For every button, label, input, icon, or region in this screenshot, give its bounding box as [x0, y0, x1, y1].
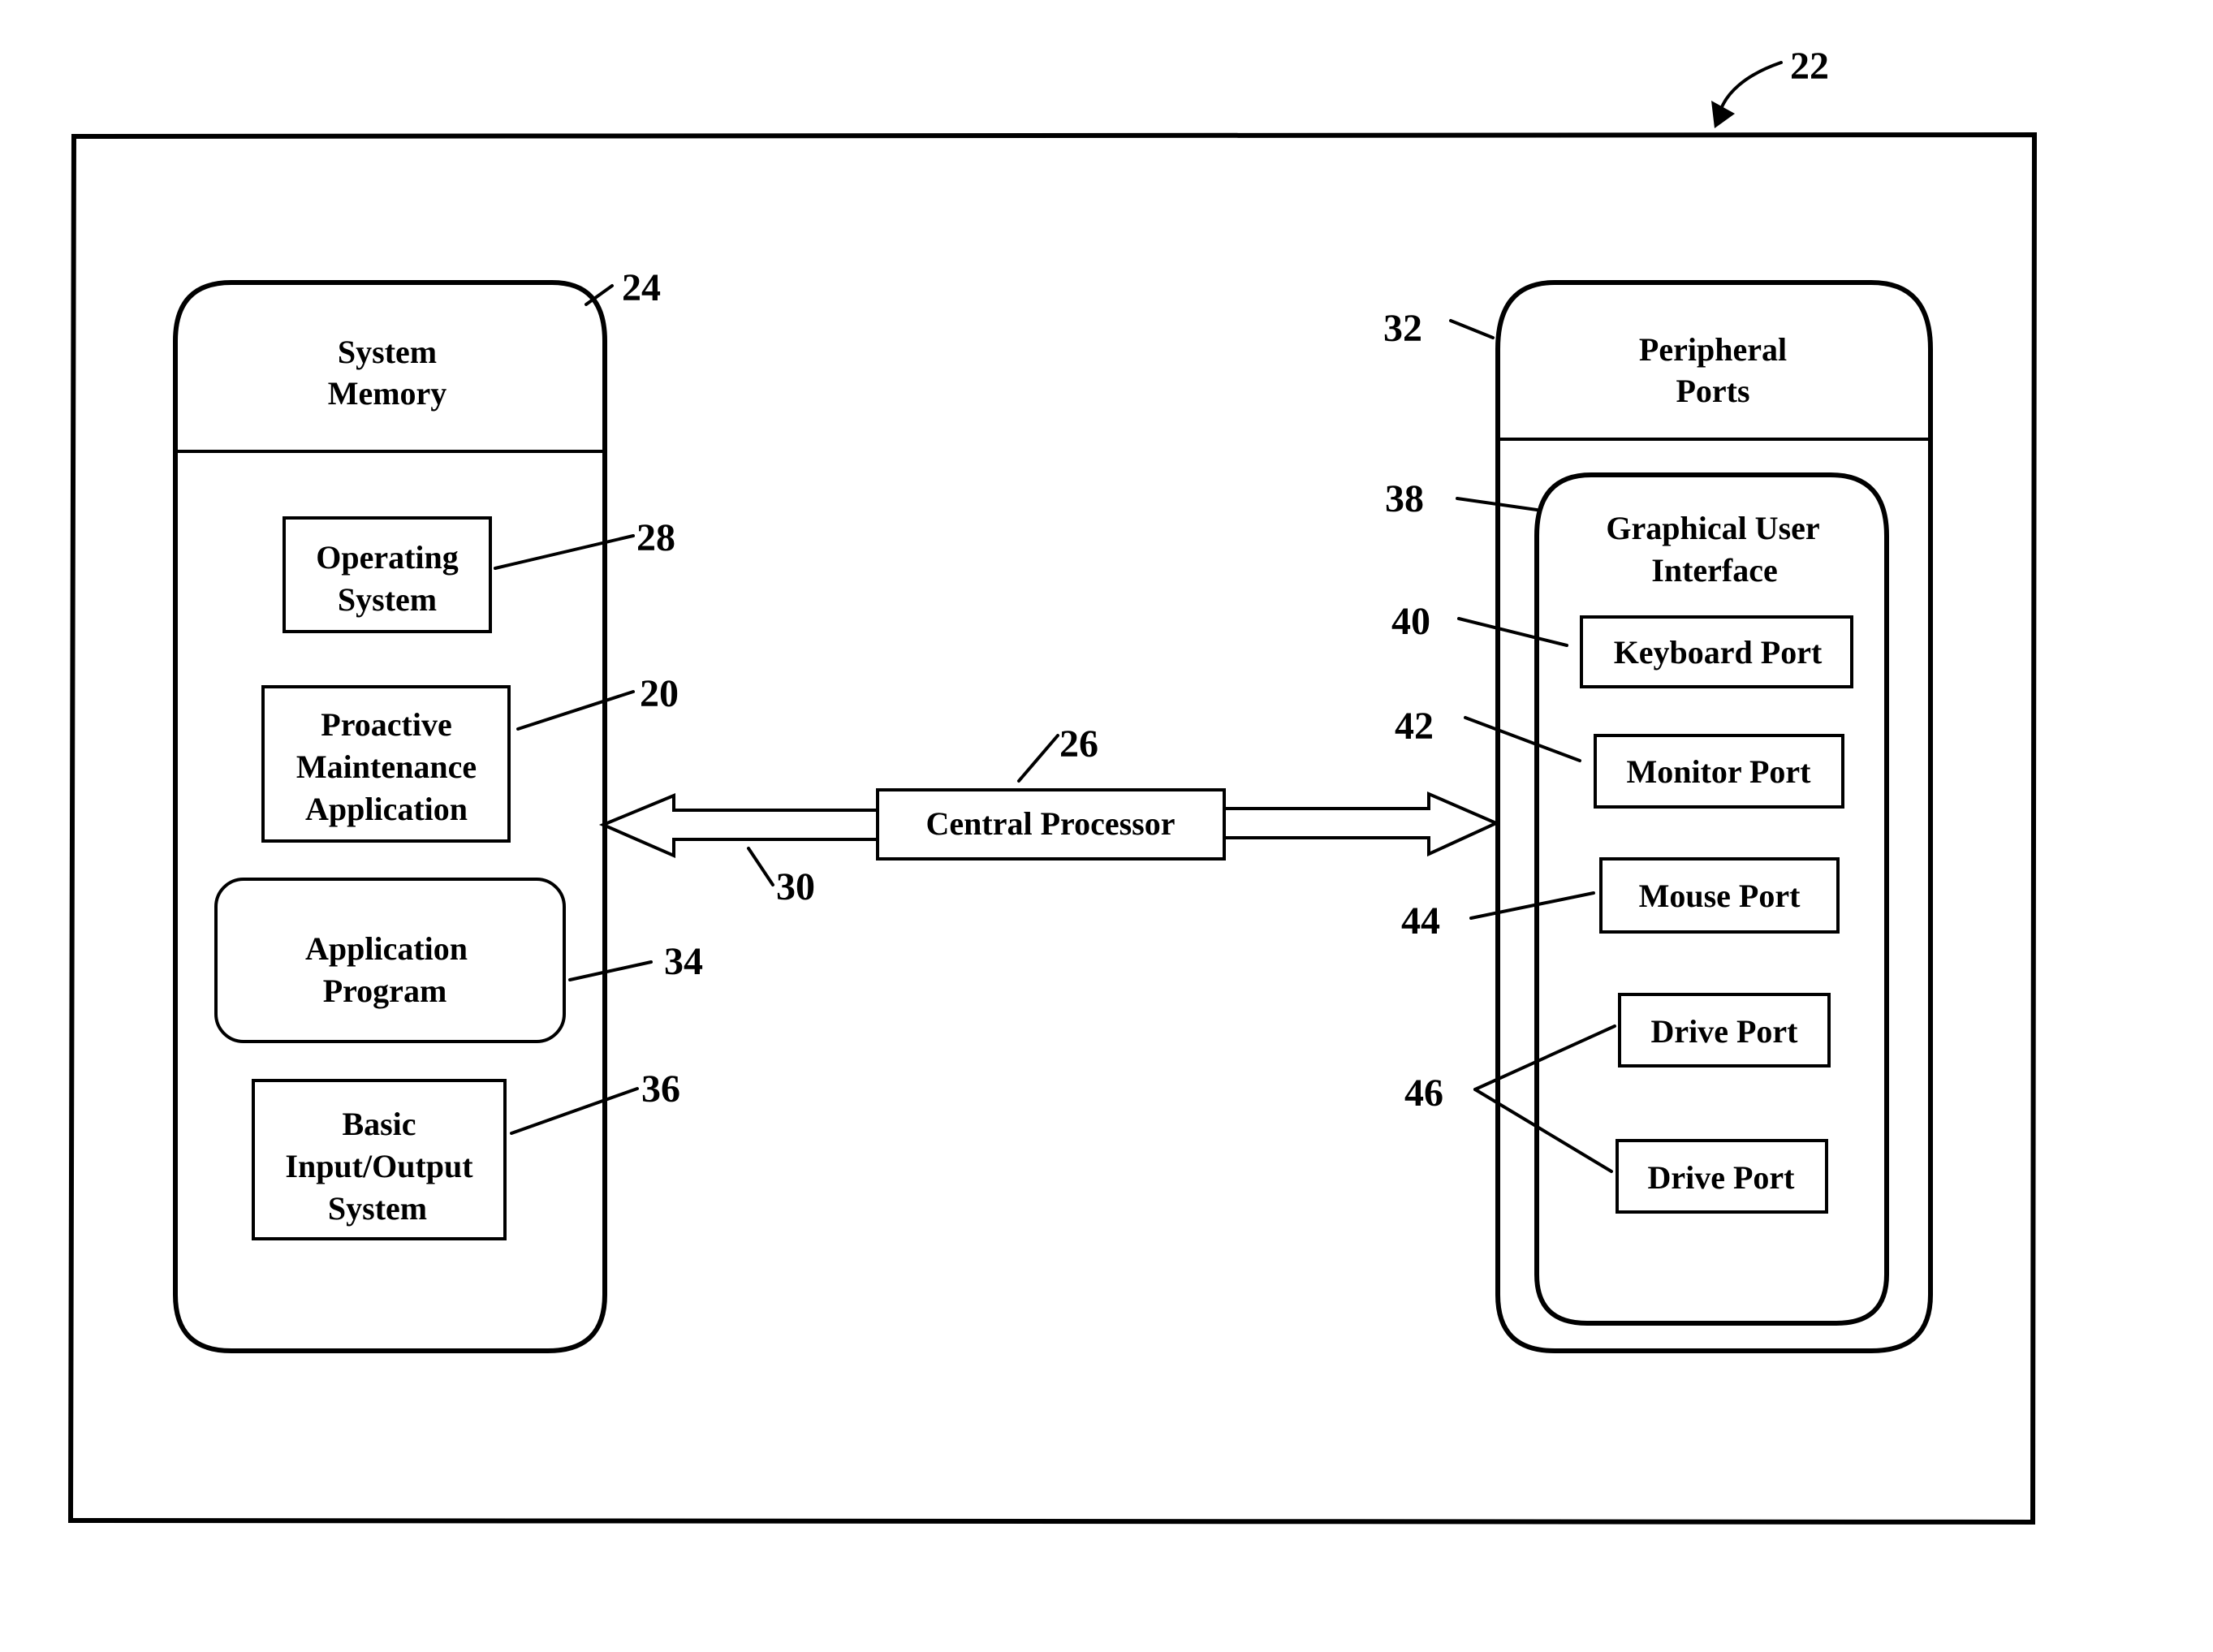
- ref-44: 44: [1401, 899, 1440, 942]
- patent-figure: 22 System Memory 24 Operating System 28 …: [0, 0, 2213, 1652]
- pma-line3: Application: [305, 791, 468, 827]
- ref-20-leader: [516, 690, 635, 731]
- bios-line3: System: [328, 1190, 427, 1227]
- keyboard-port-label: Keyboard Port: [1614, 634, 1823, 671]
- ref-38: 38: [1385, 477, 1424, 520]
- ref-30: 30: [776, 865, 815, 908]
- ref-36-leader: [510, 1087, 639, 1135]
- system-memory-title-line1: System: [338, 334, 437, 370]
- gui-title-line2: Interface: [1651, 552, 1777, 589]
- ref-40: 40: [1391, 600, 1430, 643]
- bios-line2: Input/Output: [285, 1148, 473, 1184]
- drive-port-1-label: Drive Port: [1650, 1013, 1798, 1050]
- ref-28-leader: [494, 534, 635, 570]
- bus-arrow-right: [1223, 791, 1500, 857]
- bus-arrow-left: [598, 793, 879, 859]
- application-program-line1: Application: [305, 930, 468, 967]
- peripheral-ports-title-line2: Ports: [1676, 373, 1749, 409]
- application-program-line2: Program: [323, 973, 447, 1009]
- ref-26: 26: [1059, 722, 1098, 766]
- peripheral-ports-title-line1: Peripheral: [1639, 331, 1787, 368]
- diagram-svg: 22 System Memory 24 Operating System 28 …: [67, 45, 2038, 1525]
- ref-42: 42: [1395, 705, 1434, 748]
- bios-line1: Basic: [342, 1106, 416, 1142]
- ref-24: 24: [622, 266, 661, 309]
- ref-32-leader: [1449, 319, 1495, 339]
- ref-34: 34: [664, 940, 703, 983]
- mouse-port-label: Mouse Port: [1639, 878, 1801, 914]
- ref-36: 36: [641, 1068, 680, 1111]
- ref-26-leader: [1017, 734, 1059, 783]
- system-memory-title-line2: Memory: [328, 375, 447, 412]
- ref-20: 20: [640, 672, 679, 715]
- pma-line2: Maintenance: [296, 748, 477, 785]
- ref-32: 32: [1383, 307, 1422, 350]
- monitor-port-label: Monitor Port: [1627, 753, 1812, 790]
- ref-34-leader: [568, 960, 653, 981]
- ref-28: 28: [636, 516, 675, 559]
- operating-system-line1: Operating: [316, 539, 459, 576]
- ref-44-leader: [1469, 891, 1595, 920]
- ref-30-leader: [747, 847, 774, 886]
- ref-42-leader: [1464, 716, 1581, 762]
- ref-22-leader: [1718, 61, 1783, 115]
- operating-system-line2: System: [338, 581, 437, 618]
- central-processor-label: Central Processor: [926, 805, 1176, 842]
- pma-line1: Proactive: [321, 706, 451, 743]
- drive-port-2-label: Drive Port: [1647, 1159, 1795, 1196]
- ref-40-leader: [1457, 617, 1568, 647]
- gui-title-line1: Graphical User: [1606, 510, 1819, 546]
- ref-22: 22: [1790, 45, 1829, 88]
- ref-46: 46: [1404, 1072, 1443, 1115]
